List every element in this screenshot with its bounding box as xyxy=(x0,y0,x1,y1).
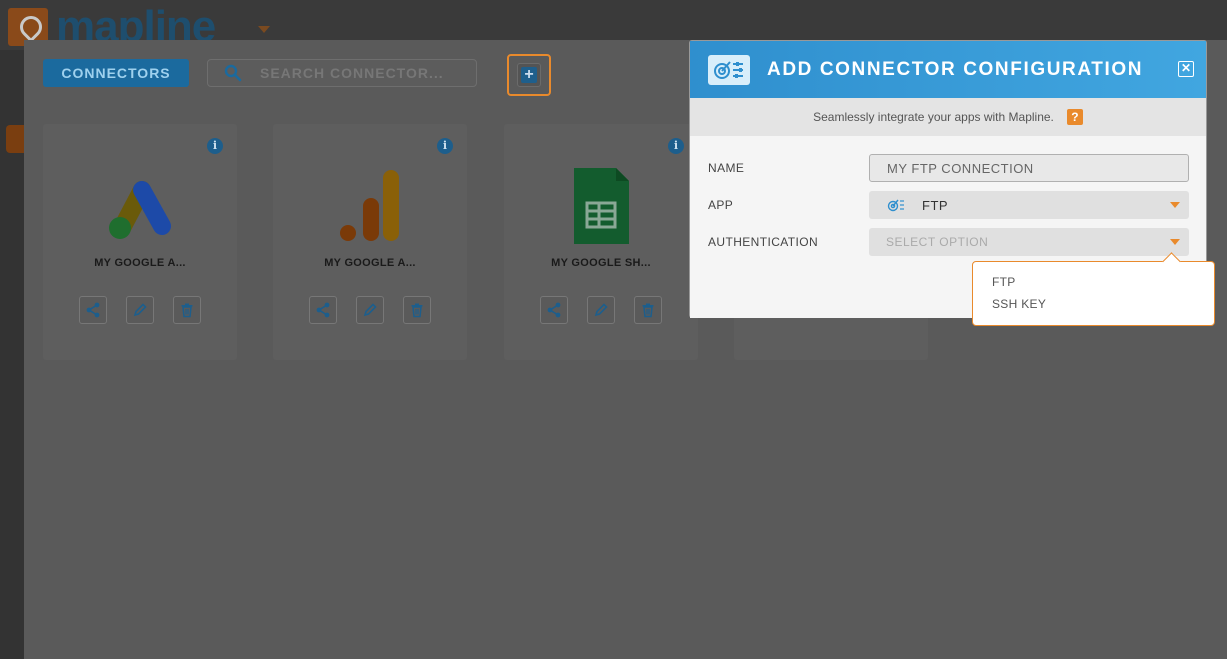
share-button[interactable] xyxy=(540,296,568,324)
google-analytics-icon xyxy=(340,170,399,241)
app-label: APP xyxy=(708,198,734,212)
authentication-label: AUTHENTICATION xyxy=(708,235,819,249)
delete-button[interactable] xyxy=(403,296,431,324)
authentication-placeholder: SELECT OPTION xyxy=(886,235,989,249)
name-field-value: MY FTP CONNECTION xyxy=(887,160,1034,176)
connector-card[interactable]: i MY GOOGLE A... xyxy=(43,124,237,360)
share-icon xyxy=(547,302,561,318)
dialog-header: ADD CONNECTOR CONFIGURATION ✕ xyxy=(690,41,1206,98)
info-icon[interactable]: i xyxy=(437,138,453,154)
edit-button[interactable] xyxy=(587,296,615,324)
edit-button[interactable] xyxy=(356,296,384,324)
pencil-icon xyxy=(363,303,377,317)
google-ads-icon xyxy=(109,181,171,239)
pencil-icon xyxy=(133,303,147,317)
info-icon[interactable]: i xyxy=(668,138,684,154)
left-rail xyxy=(0,50,24,659)
trash-icon xyxy=(411,303,423,318)
chevron-down-icon xyxy=(1170,239,1180,245)
dialog-subtitle-bar: Seamlessly integrate your apps with Mapl… xyxy=(690,98,1206,136)
authentication-dropdown: FTP SSH KEY xyxy=(972,261,1215,326)
dropdown-option-ftp[interactable]: FTP xyxy=(992,275,1016,289)
connectors-button[interactable]: CONNECTORS xyxy=(43,59,189,87)
dropdown-option-ssh-key[interactable]: SSH KEY xyxy=(992,297,1046,311)
connector-card[interactable]: i MY GOOGLE SH... xyxy=(504,124,698,360)
add-connector-button-highlight[interactable]: + xyxy=(507,54,551,96)
connector-name: MY GOOGLE A... xyxy=(94,257,186,269)
rail-tab[interactable] xyxy=(6,125,24,153)
search-box[interactable] xyxy=(207,59,477,87)
trash-icon xyxy=(181,303,193,318)
share-icon xyxy=(316,302,330,318)
plus-icon: + xyxy=(521,67,537,83)
close-icon[interactable]: ✕ xyxy=(1178,61,1194,77)
search-input[interactable] xyxy=(260,65,450,81)
dialog-title: ADD CONNECTOR CONFIGURATION xyxy=(767,59,1144,80)
share-icon xyxy=(86,302,100,318)
app-select[interactable]: FTP xyxy=(869,191,1189,219)
dialog-subtitle: Seamlessly integrate your apps with Mapl… xyxy=(813,110,1054,124)
pencil-icon xyxy=(594,303,608,317)
google-sheets-icon xyxy=(574,168,629,244)
help-icon[interactable]: ? xyxy=(1066,109,1083,125)
ftp-app-icon xyxy=(887,199,904,212)
search-icon xyxy=(224,64,242,82)
name-label: NAME xyxy=(708,161,745,175)
app-select-value: FTP xyxy=(922,197,949,213)
delete-button[interactable] xyxy=(173,296,201,324)
connector-name: MY GOOGLE SH... xyxy=(551,257,651,269)
connector-card[interactable]: i MY GOOGLE A... xyxy=(273,124,467,360)
authentication-select[interactable]: SELECT OPTION xyxy=(869,228,1189,256)
name-field[interactable]: MY FTP CONNECTION xyxy=(869,154,1189,182)
trash-icon xyxy=(642,303,654,318)
delete-button[interactable] xyxy=(634,296,662,324)
info-icon[interactable]: i xyxy=(207,138,223,154)
share-button[interactable] xyxy=(79,296,107,324)
chevron-down-icon xyxy=(1170,202,1180,208)
logo-chevron-down-icon[interactable] xyxy=(258,26,270,33)
connector-settings-icon xyxy=(708,55,750,85)
share-button[interactable] xyxy=(309,296,337,324)
edit-button[interactable] xyxy=(126,296,154,324)
add-connector-button[interactable]: + xyxy=(517,63,541,87)
connector-name: MY GOOGLE A... xyxy=(324,257,416,269)
